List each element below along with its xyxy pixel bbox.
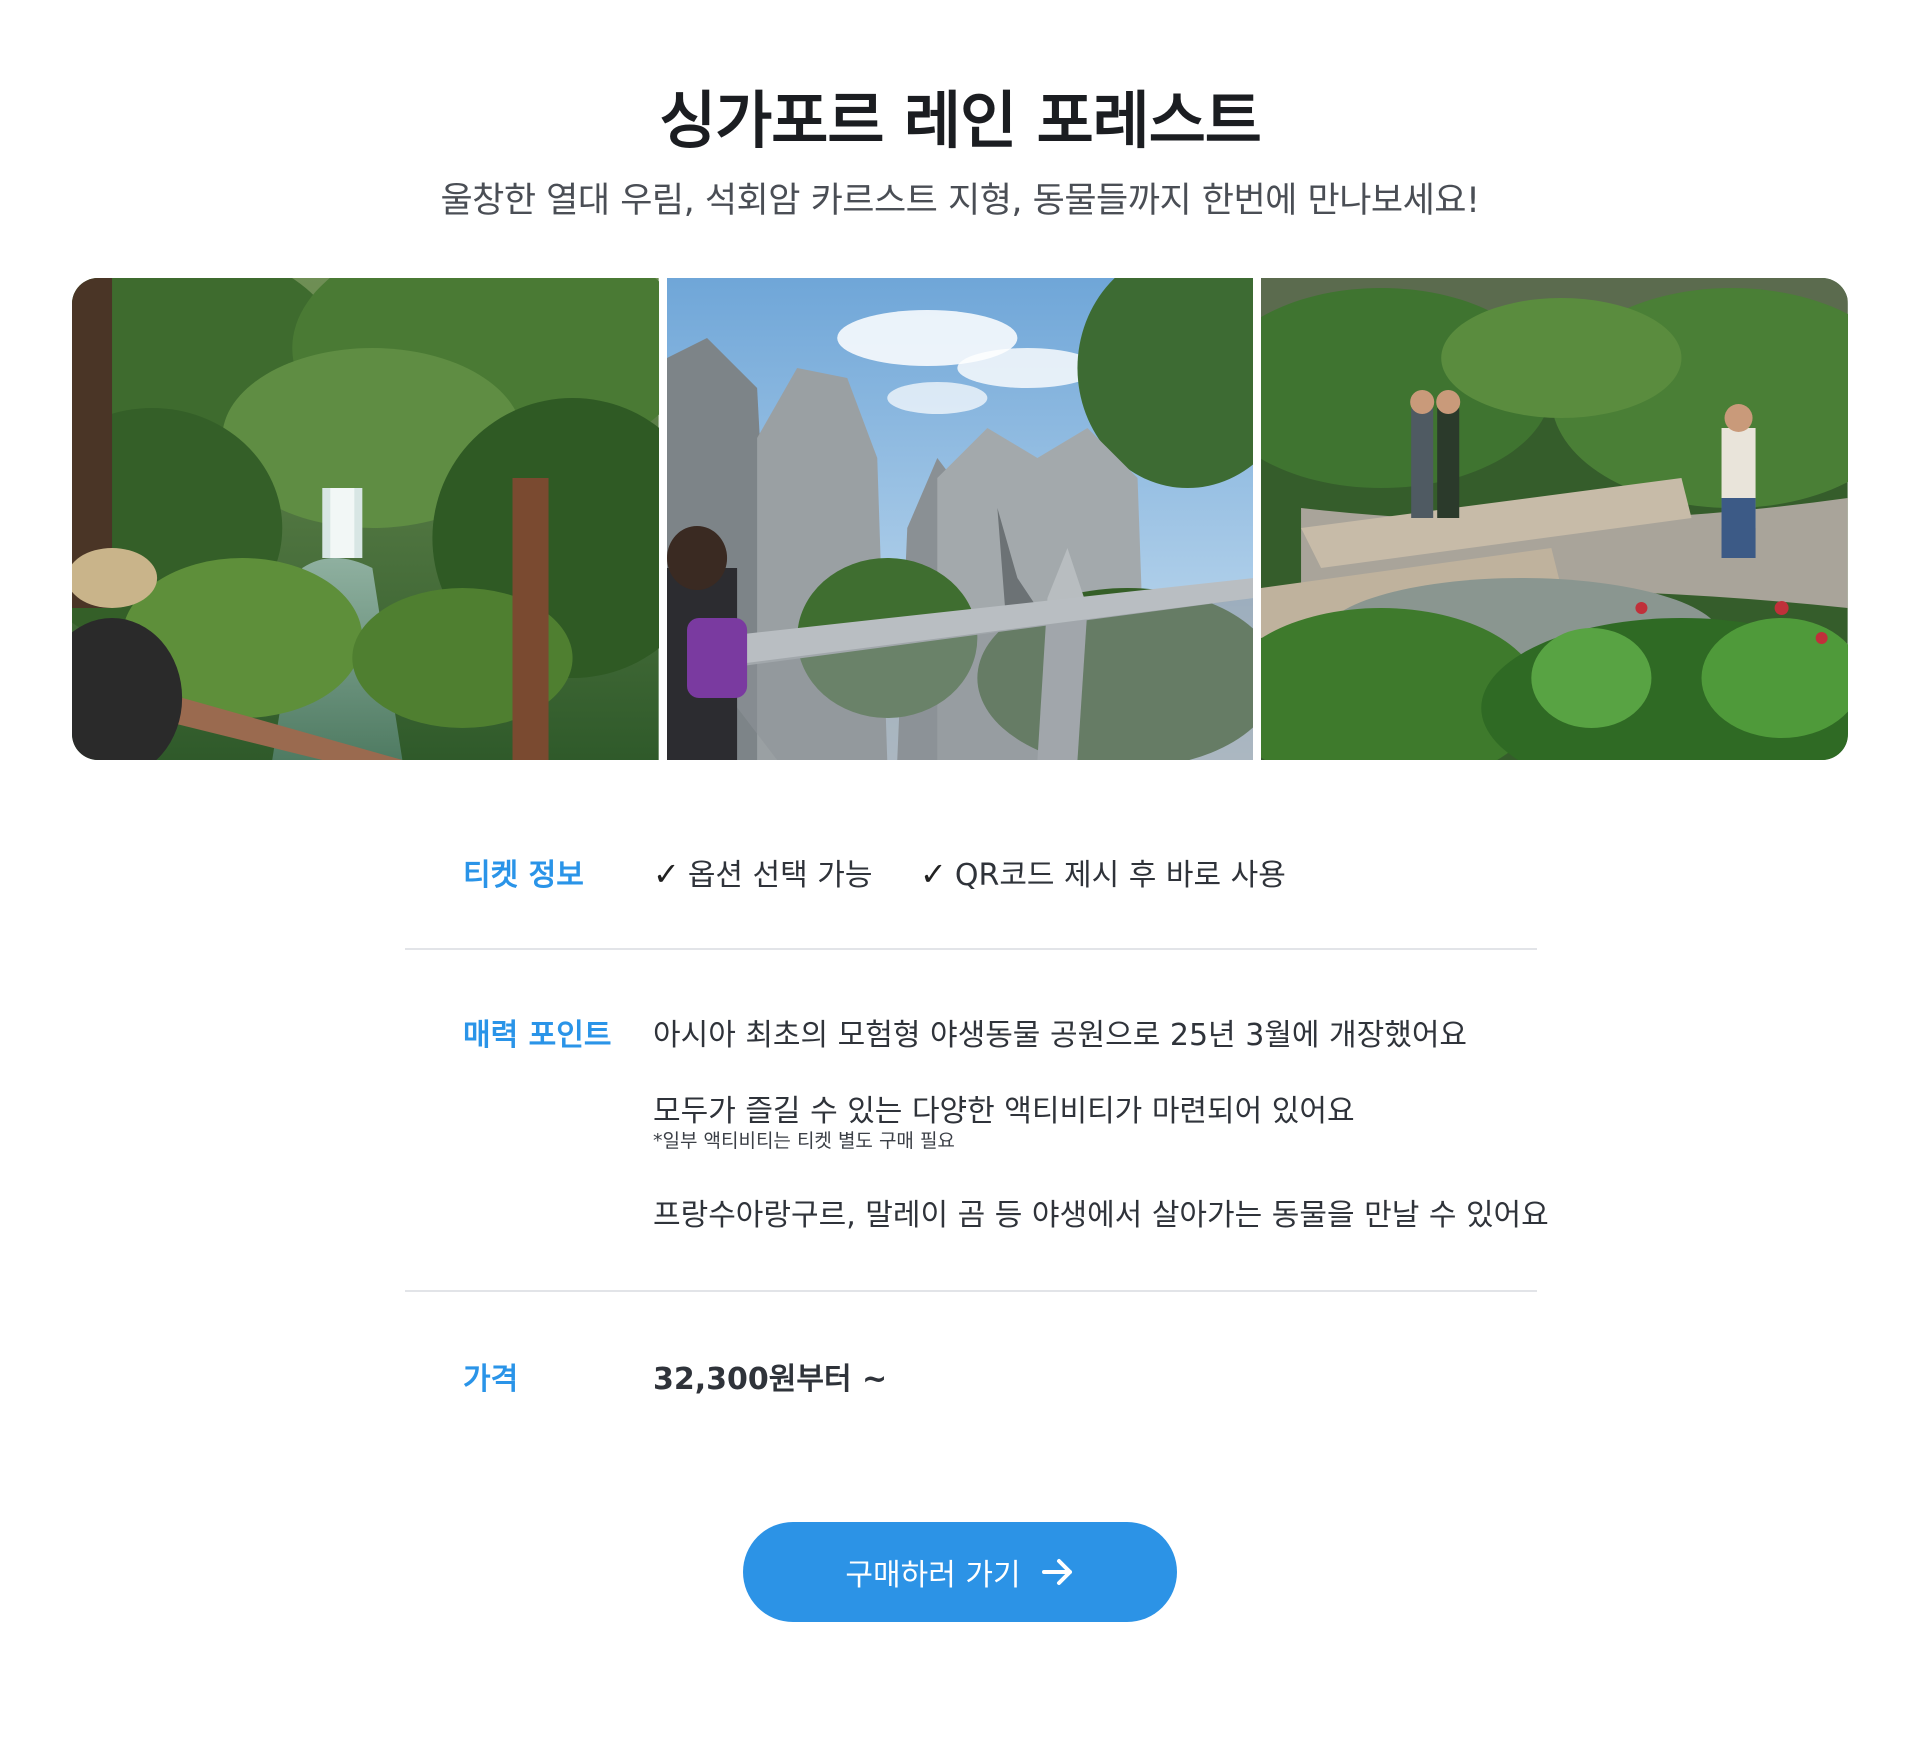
page: 싱가포르 레인 포레스트 울창한 열대 우림, 석회암 카르스트 지형, 동물들… — [0, 0, 1920, 1744]
check-icon: ✓ — [653, 855, 680, 893]
buy-now-button[interactable]: 구매하러 가기 — [743, 1522, 1177, 1622]
check-icon: ✓ — [920, 855, 947, 893]
buy-now-label: 구매하러 가기 — [845, 1558, 1021, 1593]
section-divider — [405, 1290, 1537, 1292]
section-divider — [405, 948, 1537, 950]
highlight-point: 모두가 즐길 수 있는 다양한 액티비티가 마련되어 있어요 — [653, 1094, 1355, 1129]
highlights-row: 매력 포인트 아시아 최초의 모험형 야생동물 공원으로 25년 3월에 개장했… — [405, 1010, 1549, 1250]
highlight-note: *일부 액티비티는 티켓 별도 구매 필요 — [653, 1130, 955, 1152]
limestone-karst-photo — [666, 278, 1254, 760]
jungle-stream-photo — [1261, 278, 1848, 760]
ticket-info-items: ✓ 옵션 선택 가능 ✓ QR코드 제시 후 바로 사용 — [653, 850, 1324, 894]
page-subtitle: 울창한 열대 우림, 석회암 카르스트 지형, 동물들까지 한번에 만나보세요! — [440, 181, 1480, 221]
ticket-details: 티켓 정보 ✓ 옵션 선택 가능 ✓ QR코드 제시 후 바로 사용 매력 포인트 … — [405, 836, 1549, 1436]
ticket-info-row: 티켓 정보 ✓ 옵션 선택 가능 ✓ QR코드 제시 후 바로 사용 — [405, 850, 1537, 910]
highlights-label: 매력 포인트 — [463, 1018, 612, 1053]
ticket-info-item: ✓ 옵션 선택 가능 — [653, 850, 873, 894]
price-label: 가격 — [463, 1362, 519, 1397]
highlight-point: 아시아 최초의 모험형 야생동물 공원으로 25년 3월에 개장했어요 — [653, 1018, 1468, 1053]
ticket-info-item-text: QR코드 제시 후 바로 사용 — [954, 858, 1286, 893]
ticket-info-label: 티켓 정보 — [463, 858, 584, 893]
page-title: 싱가포르 레인 포레스트 — [659, 84, 1262, 157]
arrow-right-icon — [1041, 1557, 1075, 1587]
photo-gallery — [72, 278, 1848, 760]
price-value: 32,300원부터 ~ — [653, 1362, 888, 1397]
ticket-info-item: ✓ QR코드 제시 후 바로 사용 — [920, 850, 1286, 894]
rainforest-waterfall-photo — [72, 278, 659, 760]
price-row: 가격 32,300원부터 ~ — [405, 1354, 1537, 1414]
ticket-info-item-text: 옵션 선택 가능 — [687, 858, 873, 893]
highlight-point: 프랑수아랑구르, 말레이 곰 등 야생에서 살아가는 동물을 만날 수 있어요 — [653, 1198, 1549, 1233]
